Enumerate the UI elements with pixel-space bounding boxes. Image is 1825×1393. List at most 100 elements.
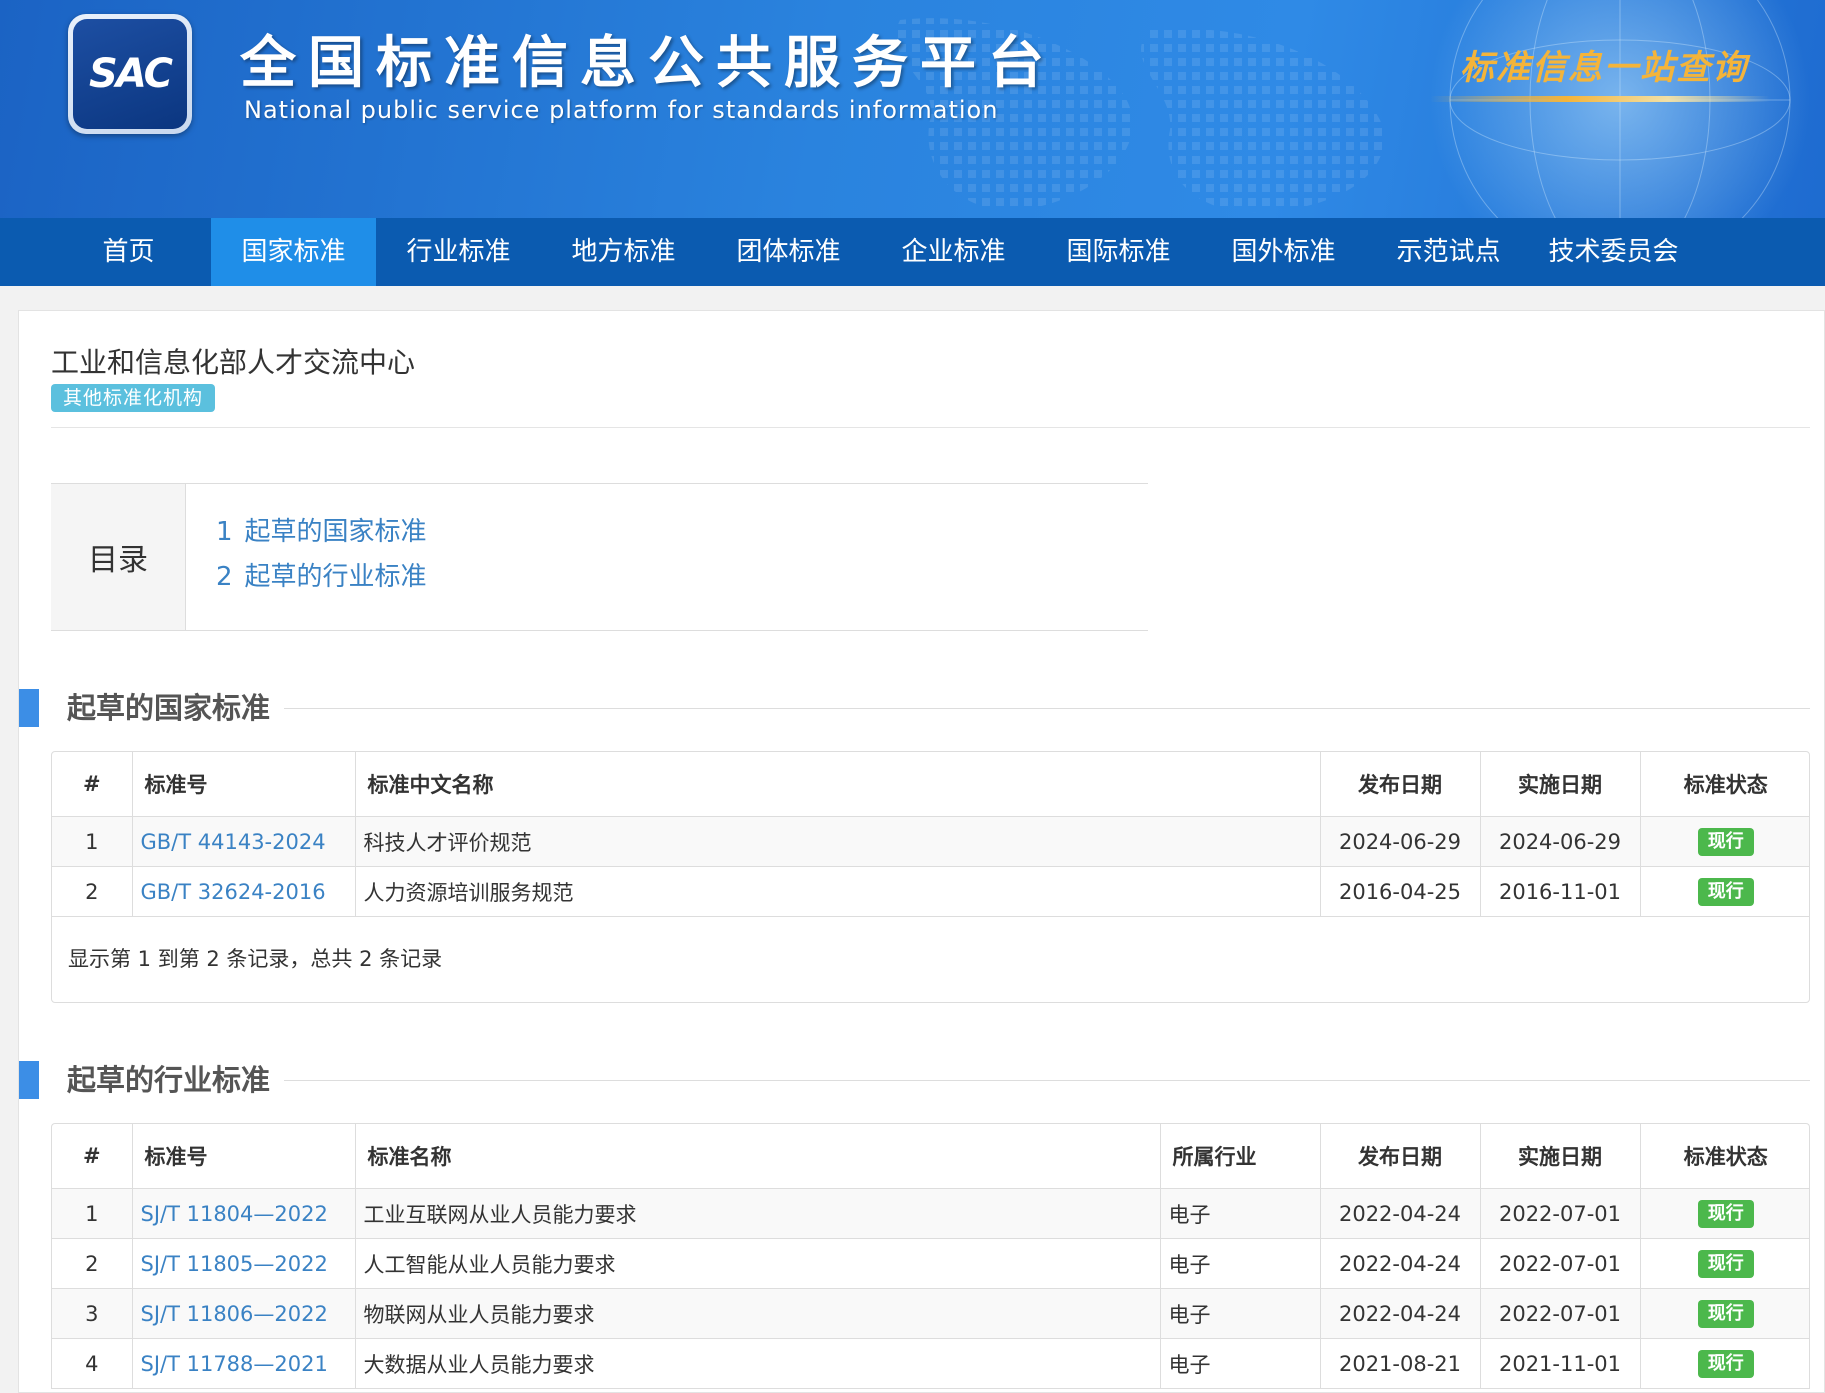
- col-index[interactable]: #: [52, 1124, 133, 1189]
- sector: 电子: [1160, 1338, 1321, 1389]
- nav-home[interactable]: 首页: [46, 218, 211, 286]
- toc-num: 2: [216, 562, 233, 592]
- section-accent-bar: [19, 689, 39, 727]
- slogan: 标准信息一站查询: [1460, 48, 1748, 88]
- toc-link-label: 起草的行业标准: [244, 562, 427, 592]
- row-index: 2: [52, 1238, 133, 1289]
- divider: [51, 427, 1810, 428]
- sector: 电子: [1160, 1188, 1321, 1239]
- nav-tech-committees[interactable]: 技术委员会: [1531, 218, 1696, 286]
- site-title: 全国标准信息公共服务平台: [240, 31, 1056, 96]
- col-code[interactable]: 标准号: [132, 1124, 356, 1189]
- impl-date: 2021-11-01: [1480, 1338, 1641, 1389]
- toc-link-label: 起草的国家标准: [244, 517, 427, 547]
- header-banner: SAC 全国标准信息公共服务平台 National public service…: [0, 0, 1825, 218]
- pub-date: 2022-04-24: [1320, 1288, 1481, 1339]
- impl-date: 2016-11-01: [1480, 866, 1641, 917]
- content-panel: 工业和信息化部人才交流中心 其他标准化机构 目录 1 起草的国家标准 2 起草的行业…: [18, 310, 1825, 1393]
- col-status[interactable]: 标准状态: [1640, 752, 1809, 817]
- table-row: 1 GB/T 44143-2024 科技人才评价规范 2024-06-29 20…: [52, 816, 1809, 867]
- site-subtitle: National public service platform for sta…: [244, 96, 999, 124]
- col-pub-date[interactable]: 发布日期: [1320, 752, 1481, 817]
- toc-num: 1: [216, 517, 233, 547]
- col-index[interactable]: #: [52, 752, 133, 817]
- col-pub-date[interactable]: 发布日期: [1320, 1124, 1481, 1189]
- section-title: 起草的行业标准: [67, 1061, 285, 1099]
- status-badge: 现行: [1697, 1199, 1754, 1228]
- impl-date: 2022-07-01: [1480, 1188, 1641, 1239]
- col-name[interactable]: 标准名称: [355, 1124, 1161, 1189]
- nav-pilot-demo[interactable]: 示范试点: [1366, 218, 1531, 286]
- standard-name: 物联网从业人员能力要求: [355, 1288, 1161, 1339]
- row-index: 4: [52, 1338, 133, 1389]
- toc-link-industry[interactable]: 2 起草的行业标准: [216, 555, 427, 600]
- pub-date: 2021-08-21: [1320, 1338, 1481, 1389]
- section-national-header: 起草的国家标准: [19, 689, 1810, 727]
- toc-label: 目录: [51, 484, 186, 630]
- nav-industry-standards[interactable]: 行业标准: [376, 218, 541, 286]
- table-row: 2 SJ/T 11805—2022 人工智能从业人员能力要求 电子 2022-0…: [52, 1238, 1809, 1289]
- row-index: 3: [52, 1288, 133, 1339]
- standard-name: 人力资源培训服务规范: [355, 866, 1321, 917]
- national-standards-table: # 标准号 标准中文名称 发布日期 实施日期 标准状态 1 GB/T 44143…: [51, 751, 1810, 1003]
- row-index: 1: [52, 816, 133, 867]
- sector: 电子: [1160, 1288, 1321, 1339]
- standard-code-link[interactable]: SJ/T 11804—2022: [141, 1202, 328, 1226]
- status-badge: 现行: [1697, 1249, 1754, 1278]
- nav-foreign-standards[interactable]: 国外标准: [1201, 218, 1366, 286]
- impl-date: 2022-07-01: [1480, 1238, 1641, 1289]
- col-status[interactable]: 标准状态: [1640, 1124, 1809, 1189]
- table-row: 4 SJ/T 11788—2021 大数据从业人员能力要求 电子 2021-08…: [52, 1338, 1809, 1389]
- nav-national-standards[interactable]: 国家标准: [211, 218, 376, 286]
- pub-date: 2022-04-24: [1320, 1188, 1481, 1239]
- col-impl-date[interactable]: 实施日期: [1480, 1124, 1641, 1189]
- nav-local-standards[interactable]: 地方标准: [541, 218, 706, 286]
- industry-standards-table: # 标准号 标准名称 所属行业 发布日期 实施日期 标准状态 1 SJ/T 11…: [51, 1123, 1810, 1389]
- pub-date: 2016-04-25: [1320, 866, 1481, 917]
- impl-date: 2024-06-29: [1480, 816, 1641, 867]
- row-index: 2: [52, 866, 133, 917]
- section-accent-bar: [19, 1061, 39, 1099]
- table-row: 3 SJ/T 11806—2022 物联网从业人员能力要求 电子 2022-04…: [52, 1288, 1809, 1339]
- standard-name: 科技人才评价规范: [355, 816, 1321, 867]
- row-index: 1: [52, 1188, 133, 1239]
- section-industry-header: 起草的行业标准: [19, 1061, 1810, 1099]
- impl-date: 2022-07-01: [1480, 1288, 1641, 1339]
- col-name[interactable]: 标准中文名称: [355, 752, 1321, 817]
- standard-name: 工业互联网从业人员能力要求: [355, 1188, 1161, 1239]
- standard-name: 人工智能从业人员能力要求: [355, 1238, 1161, 1289]
- table-of-contents: 目录 1 起草的国家标准 2 起草的行业标准: [51, 483, 1148, 631]
- table-row: 2 GB/T 32624-2016 人力资源培训服务规范 2016-04-25 …: [52, 866, 1809, 917]
- section-title: 起草的国家标准: [67, 689, 285, 727]
- table-row: 1 SJ/T 11804—2022 工业互联网从业人员能力要求 电子 2022-…: [52, 1188, 1809, 1239]
- standard-code-link[interactable]: SJ/T 11788—2021: [141, 1352, 328, 1376]
- standard-code-link[interactable]: SJ/T 11806—2022: [141, 1302, 328, 1326]
- col-impl-date[interactable]: 实施日期: [1480, 752, 1641, 817]
- org-name: 工业和信息化部人才交流中心: [51, 346, 416, 379]
- status-badge: 现行: [1697, 1299, 1754, 1328]
- section-rule: [67, 1080, 1810, 1081]
- standard-name: 大数据从业人员能力要求: [355, 1338, 1161, 1389]
- col-code[interactable]: 标准号: [132, 752, 356, 817]
- pagination-info: 显示第 1 到第 2 条记录，总共 2 条记录: [68, 947, 443, 971]
- main-nav: 首页 国家标准 行业标准 地方标准 团体标准 企业标准 国际标准 国外标准 示范…: [0, 218, 1825, 286]
- pub-date: 2024-06-29: [1320, 816, 1481, 867]
- toc-link-national[interactable]: 1 起草的国家标准: [216, 510, 427, 555]
- col-sector[interactable]: 所属行业: [1160, 1124, 1321, 1189]
- pub-date: 2022-04-24: [1320, 1238, 1481, 1289]
- status-badge: 现行: [1697, 827, 1754, 856]
- status-badge: 现行: [1697, 1349, 1754, 1378]
- standard-code-link[interactable]: SJ/T 11805—2022: [141, 1252, 328, 1276]
- nav-international-standards[interactable]: 国际标准: [1036, 218, 1201, 286]
- slogan-underline: [1430, 96, 1770, 102]
- standard-code-link[interactable]: GB/T 32624-2016: [141, 880, 326, 904]
- section-rule: [67, 708, 1810, 709]
- logo-text: SAC: [73, 19, 187, 129]
- sac-logo[interactable]: SAC: [68, 14, 192, 134]
- nav-group-standards[interactable]: 团体标准: [706, 218, 871, 286]
- standard-code-link[interactable]: GB/T 44143-2024: [141, 830, 326, 854]
- org-type-badge: 其他标准化机构: [51, 384, 216, 412]
- nav-enterprise-standards[interactable]: 企业标准: [871, 218, 1036, 286]
- status-badge: 现行: [1697, 877, 1754, 906]
- sector: 电子: [1160, 1238, 1321, 1289]
